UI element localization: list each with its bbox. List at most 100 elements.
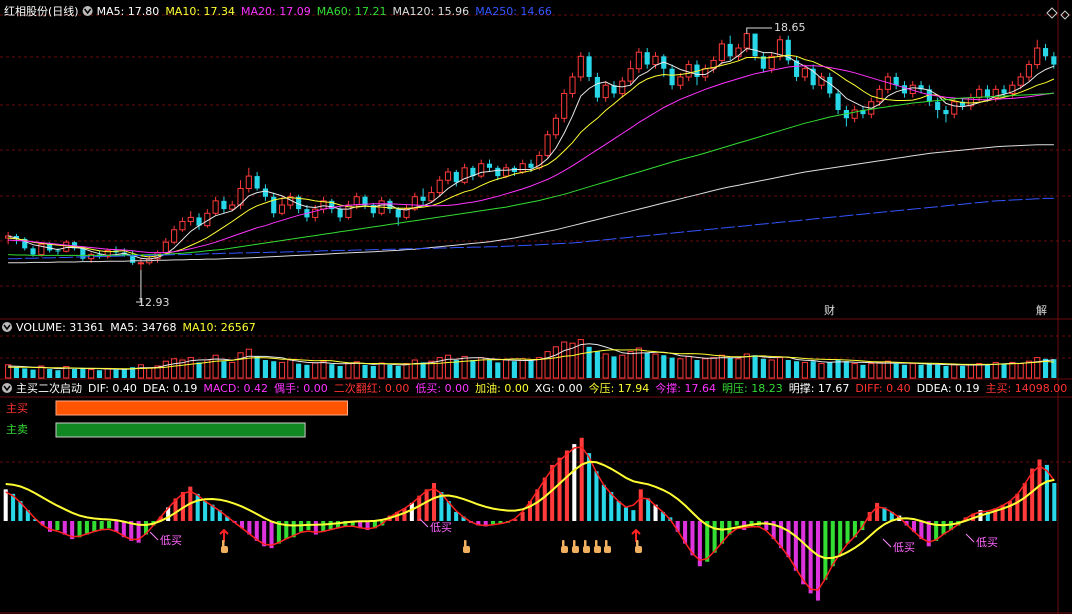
- macd-bar: [793, 521, 798, 571]
- macd-bar: [1030, 468, 1035, 521]
- hand-pointer-icon: [463, 540, 470, 553]
- jie-marker[interactable]: 解: [1036, 303, 1047, 317]
- volume-bar: [561, 341, 568, 379]
- macd-bar: [203, 501, 208, 521]
- candle-body: [602, 84, 609, 99]
- volume-bar: [935, 364, 941, 378]
- buy-bar-label: 主买: [6, 402, 28, 415]
- candle-body: [677, 76, 684, 86]
- volume-bar: [196, 362, 202, 378]
- low-buy-pointer: [882, 538, 892, 548]
- macd-bar: [424, 489, 429, 521]
- candle-body: [644, 52, 650, 65]
- volume-bars: [5, 339, 1057, 379]
- volume-bar: [453, 360, 459, 378]
- macd-bar: [114, 521, 119, 532]
- macd-bar: [638, 489, 643, 521]
- volume-bar: [237, 352, 244, 379]
- indicator-pane[interactable]: 主买二次启动 DIF: 0.40 DEA: 0.19 MACD: 0.42 偶手: 0.…: [2, 381, 1067, 601]
- candle-body: [528, 163, 534, 168]
- candle-body: [768, 55, 775, 70]
- volume-bar: [1025, 360, 1033, 379]
- header-item: DIF: 0.40: [88, 382, 137, 395]
- volume-bar: [121, 369, 127, 378]
- volume-bar: [71, 369, 78, 378]
- sell-bar-label: 主卖: [6, 423, 28, 436]
- volume-pane[interactable]: VOLUME: 31361 MA5: 34768 MA10: 26567: [2, 321, 1057, 379]
- cai-marker[interactable]: 财: [824, 303, 835, 317]
- macd-bar: [542, 477, 547, 521]
- low-buy-signal: 低买: [160, 534, 182, 547]
- volume-bar: [884, 360, 891, 379]
- price-pane[interactable]: 18.65 12.93 财 解 红相股份(日线) MA5: 17.80 MA10: …: [4, 4, 1057, 317]
- volume-bar: [271, 361, 277, 378]
- candle-body: [935, 101, 941, 110]
- macd-bar: [1052, 483, 1057, 521]
- volume-bar: [370, 366, 376, 378]
- volume-bar: [818, 363, 825, 379]
- macd-bar: [454, 511, 459, 521]
- candle-body: [1034, 47, 1041, 66]
- volume-bar: [519, 358, 526, 379]
- header-item: 低买: 0.00: [415, 382, 469, 395]
- hand-pointer-icon: [594, 540, 601, 553]
- volume-bar: [810, 361, 816, 378]
- candle-body: [495, 167, 501, 177]
- volume-bar: [602, 353, 609, 379]
- volume-bar: [801, 361, 808, 379]
- macd-bar: [801, 521, 806, 585]
- volume-bar: [552, 346, 559, 379]
- header-item: 主买: 14098.00: [986, 382, 1068, 395]
- chart-title: 红相股份(日线): [4, 4, 79, 18]
- header-item: MA60: 17.21: [317, 5, 387, 18]
- volume-bar: [1009, 361, 1016, 379]
- candle-body: [569, 76, 576, 94]
- macd-bar: [299, 521, 304, 532]
- macd-bar: [830, 521, 835, 567]
- volume-bar: [80, 367, 86, 378]
- candle-body: [652, 55, 659, 66]
- volume-bar: [694, 360, 700, 378]
- volume-bar: [951, 364, 958, 379]
- volume-bar: [320, 360, 327, 379]
- hand-pointer-icon: [221, 540, 228, 553]
- volume-bar: [22, 368, 28, 378]
- diamond-icon[interactable]: [1046, 7, 1058, 19]
- chevron-down-icon: [2, 322, 12, 332]
- volume-bar: [967, 364, 974, 379]
- volume-bar: [669, 357, 675, 378]
- volume-bar: [486, 360, 493, 378]
- volume-bar: [893, 363, 899, 378]
- up-arrow-icon: [631, 528, 641, 542]
- volume-bar: [528, 360, 534, 378]
- hand-finger: [562, 540, 565, 547]
- hand-palm: [572, 546, 579, 553]
- candle-body: [835, 93, 841, 110]
- volume-bar: [727, 357, 733, 378]
- volume-bar: [710, 357, 717, 379]
- volume-bar: [1017, 363, 1024, 379]
- macd-bar: [284, 521, 289, 540]
- volume-bar: [503, 359, 510, 379]
- macd-bar: [712, 521, 717, 553]
- legend-bars: 主买 主卖: [6, 400, 348, 438]
- hand-palm: [604, 546, 611, 553]
- volume-bar: [47, 369, 53, 378]
- candle-body: [55, 250, 61, 252]
- volume-bar: [495, 362, 501, 378]
- candle-body: [162, 241, 169, 254]
- candle-body: [1051, 56, 1057, 65]
- macd-bar: [764, 521, 769, 531]
- volume-bar: [278, 361, 286, 379]
- header-item: MA20: 17.09: [241, 5, 311, 18]
- candle-body: [743, 33, 750, 49]
- header-item: 加油: 0.00: [475, 381, 529, 395]
- macd-bar: [705, 521, 710, 562]
- header-item: MA250: 14.66: [475, 5, 552, 18]
- volume-bar: [262, 360, 268, 378]
- volume-bar: [395, 366, 401, 378]
- header-item: MA5: 17.80: [97, 5, 160, 18]
- volume-bar: [221, 361, 227, 378]
- candle-body: [254, 176, 260, 189]
- candle-body: [428, 192, 435, 202]
